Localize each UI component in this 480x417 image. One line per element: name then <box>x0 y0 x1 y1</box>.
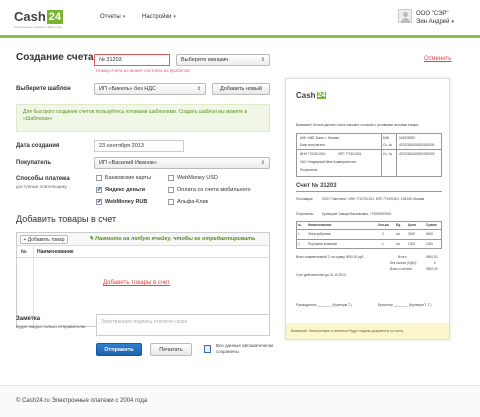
save-icon <box>204 345 211 353</box>
template-select[interactable]: ИП «Бикель» без НДС ⇕ <box>94 83 206 95</box>
chevron-updown-icon: ⇕ <box>260 57 265 63</box>
send-button[interactable]: Отправить <box>96 343 142 356</box>
buyer-select[interactable]: ИП «Василий Иванов» ⇕ <box>94 157 270 169</box>
checkbox[interactable] <box>168 175 174 181</box>
invoice-number-input[interactable]: № 31203 <box>94 54 170 66</box>
logo[interactable]: Cash 24 электронные платежи с 2004 года <box>14 9 64 29</box>
edit-hint: ✎ Нажмите на любую ячейку, чтобы ее отре… <box>89 236 256 242</box>
footer-copyright: © Cash24.ru Электронные платежи с 2004 г… <box>16 398 148 404</box>
divider <box>296 191 442 192</box>
checkbox[interactable] <box>168 199 174 205</box>
preview-note: Внимание: Электронные и печатные будут п… <box>286 323 449 339</box>
logo-tagline: электронные платежи с 2004 года <box>14 25 62 29</box>
date-input[interactable]: 23 сентября 2013 <box>94 140 184 152</box>
chevron-down-icon: ▾ <box>122 14 126 20</box>
note-sublabel: Будет видна только отправителю <box>16 324 86 329</box>
template-label: Выберите шаблон <box>16 86 71 92</box>
preview-logo: Cash 24 <box>296 91 327 100</box>
note-textarea[interactable]: Электронную подпись отключи скоро <box>96 314 270 336</box>
add-product-button[interactable]: + Добавить товар <box>20 235 68 244</box>
divider <box>296 149 442 150</box>
invoice-preview: Cash 24 Внимание! Оплата данного счета о… <box>285 78 450 340</box>
chevron-updown-icon: ⇕ <box>196 86 201 92</box>
autosave-status: Все данные автоматически сохранены <box>216 343 274 354</box>
divider <box>381 133 382 177</box>
preview-intro: Внимание! Оплата данного счета означает … <box>296 123 419 127</box>
goods-toolbar: + Добавить товар ✎ Нажмите на любую ячей… <box>17 233 269 246</box>
preview-invoice-title: Счет № 31203 <box>296 183 337 189</box>
invoice-number-error: Номер счета не может состоять из пробело… <box>96 68 190 73</box>
method-webmoney-usd[interactable]: WebMoney USD <box>168 175 218 181</box>
nav-reports[interactable]: Отчеты ▾ <box>100 14 125 20</box>
checkbox[interactable] <box>168 187 174 193</box>
goods-table: + Добавить товар ✎ Нажмите на любую ячей… <box>16 232 270 328</box>
avatar[interactable] <box>398 9 412 23</box>
checkbox-checked[interactable] <box>96 198 102 205</box>
site-header: Cash 24 электронные платежи с 2004 года … <box>0 0 480 38</box>
site-footer: © Cash24.ru Электронные платежи с 2004 г… <box>0 385 480 417</box>
add-goods-title: Добавить товары в счет <box>16 214 117 224</box>
page-title: Создание счета <box>16 52 94 63</box>
date-label: Дата создания <box>16 143 60 149</box>
method-mobile[interactable]: Оплата со счета мобильного <box>168 187 251 193</box>
add-template-button[interactable]: Добавить новый <box>212 83 270 95</box>
divider <box>396 133 397 177</box>
chevron-down-icon: ▾ <box>451 19 455 25</box>
template-info: Для быстрого создания счетов пользуйтесь… <box>16 104 270 132</box>
nav-settings[interactable]: Настройки ▾ <box>142 14 176 20</box>
checkbox-checked[interactable] <box>96 186 102 193</box>
print-button[interactable]: Печатать <box>150 343 192 356</box>
method-bank-cards[interactable]: Банковские карты <box>96 175 151 181</box>
note-label: Заметка <box>16 316 41 322</box>
payment-label: Способы платежа <box>16 176 70 182</box>
table-header: № Наименование <box>17 246 269 258</box>
cancel-link[interactable]: Отменить <box>424 56 451 62</box>
checkbox[interactable] <box>96 175 102 181</box>
buyer-label: Покупатель <box>16 160 52 166</box>
method-webmoney-rub[interactable]: WebMoney RUB <box>96 198 147 205</box>
method-alfa-click[interactable]: Альфа-Клик <box>168 199 208 205</box>
chevron-updown-icon: ⇕ <box>260 160 265 166</box>
method-yandex[interactable]: Яндекс деньги <box>96 186 145 193</box>
user-menu[interactable]: ООО "СЭР" Эин Андрей ▾ <box>416 10 454 26</box>
shop-select[interactable]: Выберите магазин ⇕ <box>176 54 270 66</box>
chevron-down-icon: ▾ <box>173 14 176 20</box>
payment-sublabel: доступные плательщику <box>16 184 67 189</box>
add-goods-link[interactable]: Добавить товары в счет <box>103 280 170 286</box>
